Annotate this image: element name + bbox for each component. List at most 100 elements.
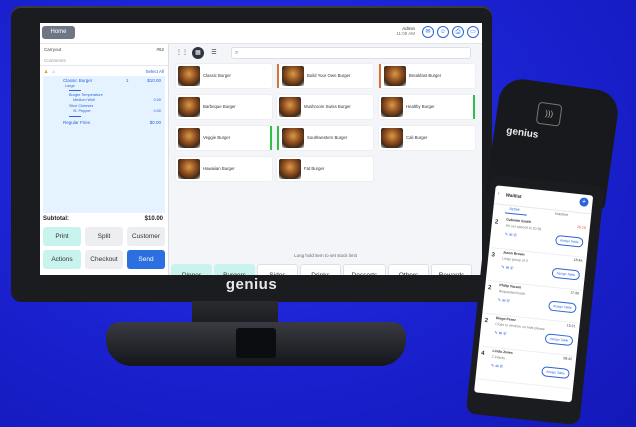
burger-image (381, 97, 403, 117)
menu-item-name: Healthy Burger (406, 104, 435, 109)
comments-field[interactable]: Comments (40, 58, 168, 66)
send-button[interactable]: Send (127, 250, 165, 269)
burger-image (384, 66, 406, 86)
back-icon[interactable]: ‹ (498, 191, 500, 196)
edit-message-icons[interactable]: ✎ ✉ ✆ (491, 363, 504, 369)
guest-name: Linda Jones (492, 348, 513, 355)
modifier-price: 0.00 (153, 109, 161, 113)
edit-message-icons[interactable]: ✎ ✉ ✆ (504, 231, 517, 237)
handheld-screen: ‹ Waitlist + Active Inactive 2 Gabriele … (474, 185, 594, 403)
category-tab-dinner[interactable]: Dinner (171, 264, 212, 275)
assign-table-button[interactable]: Assign Table (541, 366, 570, 379)
modifier-price: 0.00 (153, 98, 161, 102)
divider (69, 90, 81, 91)
assign-table-button[interactable]: Assign Table (544, 333, 574, 347)
party-size: 4 (480, 350, 485, 357)
modifier: Sl. Pepper (73, 109, 91, 113)
menu-item-card[interactable]: Mushroom Swiss Burger (277, 95, 373, 119)
menu-item-name: Fat Burger (304, 166, 325, 171)
list-view-icon[interactable]: ☰ (208, 47, 220, 59)
menu-item-card[interactable]: Classic Burger (176, 64, 272, 88)
menu-item-card[interactable]: Veggie Burger (176, 126, 272, 150)
guest-name: Philip Vacaro (499, 283, 522, 290)
menu-item-card[interactable]: Barbeque Burger (176, 95, 272, 119)
wait-time: 15:21 (566, 323, 576, 329)
guest-note: Large group of 3 (501, 256, 528, 264)
tab-active[interactable]: Active (509, 207, 520, 212)
menu-item-name: Hawaiian Burger (203, 166, 235, 171)
home-button[interactable]: Home (42, 26, 75, 39)
add-icon[interactable]: + (579, 197, 589, 208)
party-size: 2 (484, 317, 489, 325)
order-item-price: $0.00 (149, 120, 161, 125)
order-type-row[interactable]: Carryout #62 (40, 47, 168, 52)
stock-indicator (473, 95, 475, 119)
print-button[interactable]: Print (43, 227, 81, 246)
monitor-logo: genius (225, 276, 278, 293)
split-button[interactable]: Split (85, 227, 123, 246)
menu-item-card[interactable]: Healthy Burger (379, 95, 475, 119)
menu-item-card[interactable]: Hawaiian Burger (176, 157, 272, 181)
select-row: ♟ ⌂ Select All (40, 69, 168, 75)
menu-item-card[interactable]: Southwestern Burger (277, 126, 373, 150)
category-tab-desserts[interactable]: Desserts (343, 264, 386, 275)
user-info: Admin 11:09 AM (395, 26, 415, 36)
category-tab-burgers[interactable]: Burgers (214, 264, 255, 275)
menu-item-card[interactable]: Breakfast Burger (379, 64, 475, 88)
chat-icon[interactable]: ✉ (422, 26, 434, 38)
select-all-link[interactable]: Select All (145, 69, 164, 74)
waitlist-title: Waitlist (505, 192, 522, 200)
menu-item-name: Veggie Burger (203, 135, 231, 140)
search-input[interactable]: ⌕ (231, 47, 471, 59)
home-icon[interactable]: ⌂ (52, 69, 55, 74)
category-tab-sides[interactable]: Sides (257, 264, 298, 275)
burger-image (178, 97, 200, 117)
tile-view-icon[interactable]: ▦ (192, 47, 204, 59)
divider (69, 116, 81, 117)
edit-message-icons[interactable]: ✎ ✉ ✆ (494, 330, 507, 336)
category-tab-drinks[interactable]: Drinks (300, 264, 341, 275)
handheld-logo: genius (505, 125, 540, 141)
users-icon[interactable]: ☺ (437, 26, 449, 38)
monitor-icon[interactable]: ▭ (467, 26, 479, 38)
category-tab-others[interactable]: Others (388, 264, 429, 275)
order-panel: Carryout #62 Comments ♟ ⌂ Select All Cla… (40, 44, 169, 275)
burger-image (381, 128, 403, 148)
assign-table-button[interactable]: Assign Table (554, 234, 584, 248)
guest-note: Requested booth (498, 289, 526, 296)
order-number: #62 (156, 47, 164, 52)
edit-message-icons[interactable]: ✎ ✉ ✆ (501, 264, 514, 270)
stock-indicator (379, 64, 381, 88)
menu-item-card[interactable]: Build Your Own Burger (277, 64, 373, 88)
order-item-name[interactable]: Regular Fries (63, 120, 90, 125)
menu-item-card[interactable]: Cali Burger (379, 126, 475, 150)
burger-image (282, 66, 304, 86)
pos-screen: Home Admin 11:09 AM ✉ ☺ ⎙ ▭ Carryout #62… (40, 23, 482, 275)
burger-image (178, 159, 200, 179)
guest-note: It's our special to 10:39 (505, 223, 542, 232)
stock-indicator (270, 126, 272, 150)
stock-indicator (277, 126, 279, 150)
tab-inactive[interactable]: Inactive (555, 212, 568, 217)
printer-icon[interactable]: ⎙ (452, 26, 464, 38)
grid-view-icon[interactable]: ⋮⋮ (176, 47, 188, 59)
base-slot (236, 328, 276, 358)
actions-button[interactable]: Actions (43, 250, 81, 269)
edit-message-icons[interactable]: ✎ ✉ ✆ (498, 297, 511, 303)
category-tab-rewards[interactable]: Rewards (431, 264, 472, 275)
assign-table-button[interactable]: Assign Table (551, 267, 581, 281)
party-size: 2 (494, 219, 499, 226)
wait-time: 08:42 (563, 356, 573, 362)
person-icon[interactable]: ♟ (44, 69, 48, 74)
top-bar: Home Admin 11:09 AM ✉ ☺ ⎙ ▭ (40, 23, 482, 44)
guest-name: Diego Perez (495, 316, 517, 323)
checkout-button[interactable]: Checkout (85, 250, 123, 269)
menu-item-card[interactable]: Fat Burger (277, 157, 373, 181)
stock-indicator (277, 64, 279, 88)
wait-time: 18:45 (573, 257, 583, 263)
modifier: Burger Temperature (69, 93, 103, 97)
order-item-name[interactable]: Classic Burger (63, 78, 92, 83)
assign-table-button[interactable]: Assign Table (547, 300, 577, 314)
order-item-qty: 1 (126, 78, 129, 83)
customer-button[interactable]: Customer (127, 227, 165, 246)
